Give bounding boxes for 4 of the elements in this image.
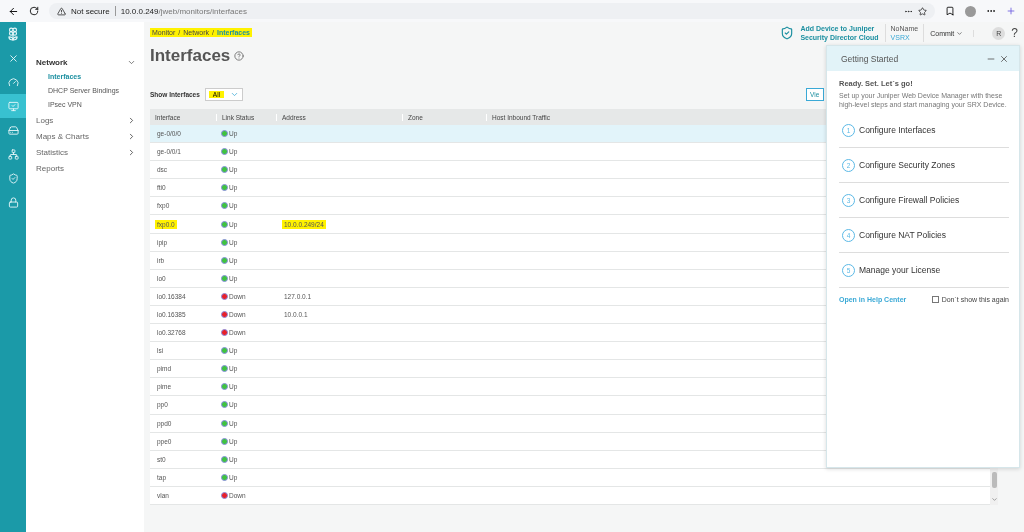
page-title: Interfaces <box>150 46 231 66</box>
security-label: Not secure <box>71 6 110 16</box>
url-text: 10.0.0.249/jweb/monitors/interfaces <box>120 6 247 16</box>
panel-title: Getting Started <box>841 53 899 64</box>
